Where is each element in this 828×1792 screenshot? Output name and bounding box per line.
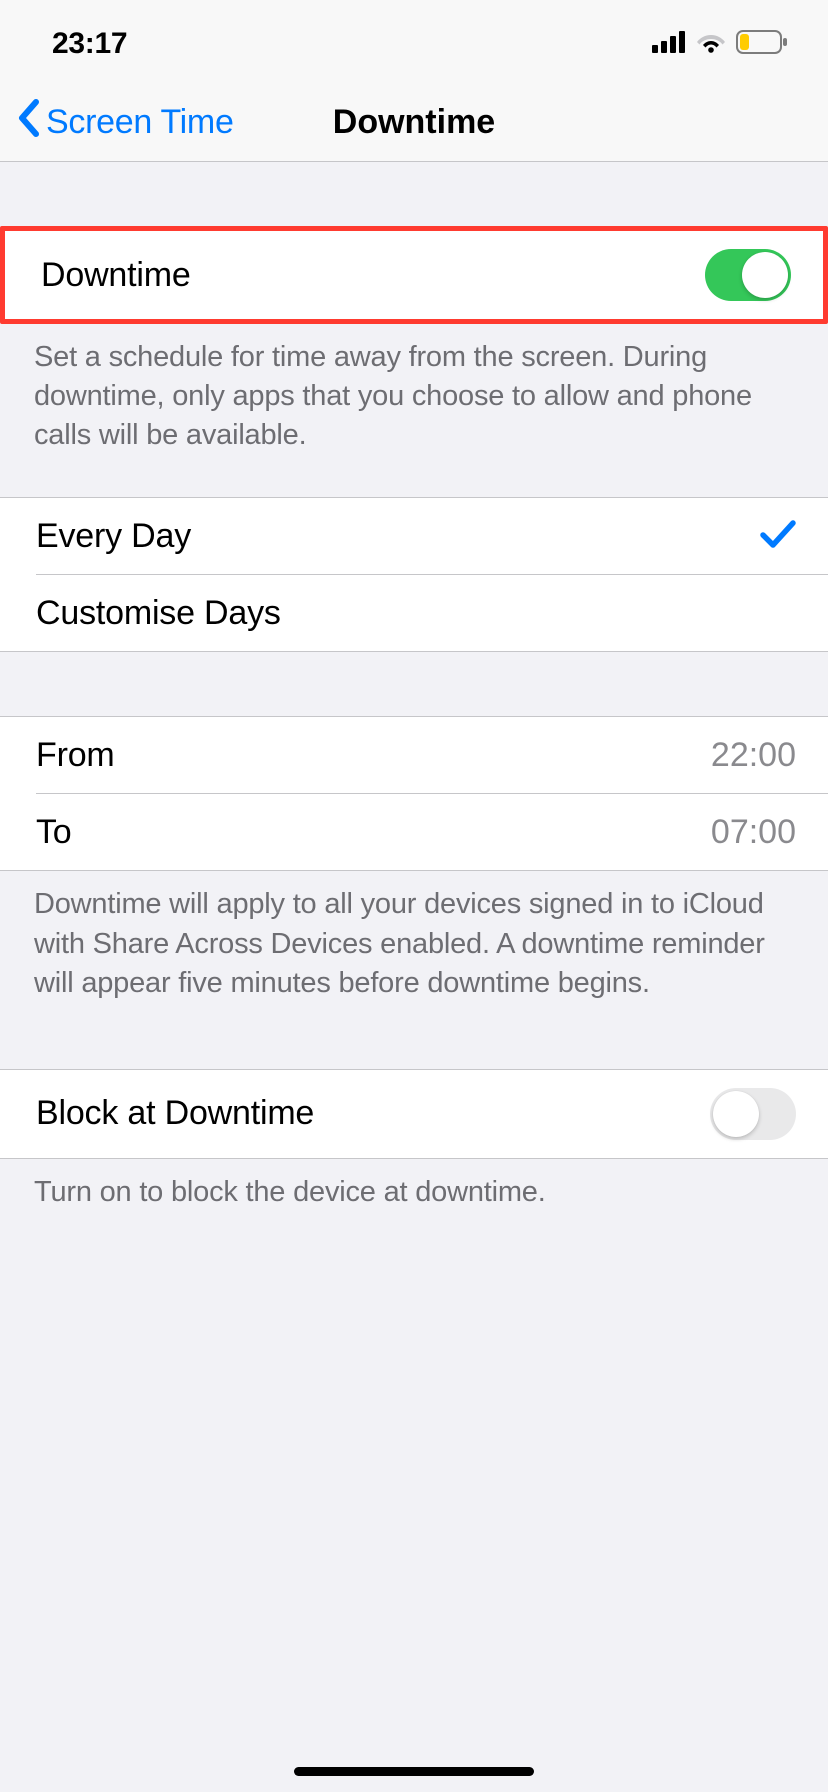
battery-icon (736, 30, 788, 59)
back-label: Screen Time (46, 103, 234, 142)
schedule-section: Every Day Customise Days (0, 497, 828, 652)
block-section: Block at Downtime (0, 1069, 828, 1159)
chevron-back-icon (16, 98, 40, 147)
page-title: Downtime (333, 103, 495, 142)
back-button[interactable]: Screen Time (16, 98, 234, 147)
checkmark-icon (760, 518, 796, 555)
block-at-downtime-row[interactable]: Block at Downtime (0, 1070, 828, 1158)
from-row[interactable]: From 22:00 (0, 717, 828, 793)
to-label: To (36, 813, 72, 852)
downtime-description: Set a schedule for time away from the sc… (0, 324, 828, 469)
from-value: 22:00 (711, 736, 796, 775)
to-value: 07:00 (711, 813, 796, 852)
customise-days-row[interactable]: Customise Days (0, 575, 828, 651)
wifi-icon (696, 31, 726, 58)
from-label: From (36, 736, 115, 775)
status-indicators (652, 30, 788, 59)
downtime-toggle[interactable] (705, 249, 791, 301)
to-row[interactable]: To 07:00 (0, 794, 828, 870)
cellular-icon (652, 31, 686, 58)
block-toggle[interactable] (710, 1088, 796, 1140)
block-label: Block at Downtime (36, 1094, 314, 1133)
navigation-bar: Screen Time Downtime (0, 88, 828, 162)
downtime-row[interactable]: Downtime (5, 231, 823, 319)
block-footer: Turn on to block the device at downtime. (0, 1159, 828, 1226)
status-bar: 23:17 (0, 0, 828, 88)
highlighted-region: Downtime (0, 226, 828, 324)
time-section: From 22:00 To 07:00 (0, 716, 828, 871)
every-day-row[interactable]: Every Day (0, 498, 828, 574)
status-time: 23:17 (52, 27, 127, 61)
downtime-label: Downtime (41, 256, 191, 295)
every-day-label: Every Day (36, 517, 191, 556)
home-indicator[interactable] (294, 1767, 534, 1776)
customise-days-label: Customise Days (36, 594, 281, 633)
time-footer: Downtime will apply to all your devices … (0, 871, 828, 1016)
